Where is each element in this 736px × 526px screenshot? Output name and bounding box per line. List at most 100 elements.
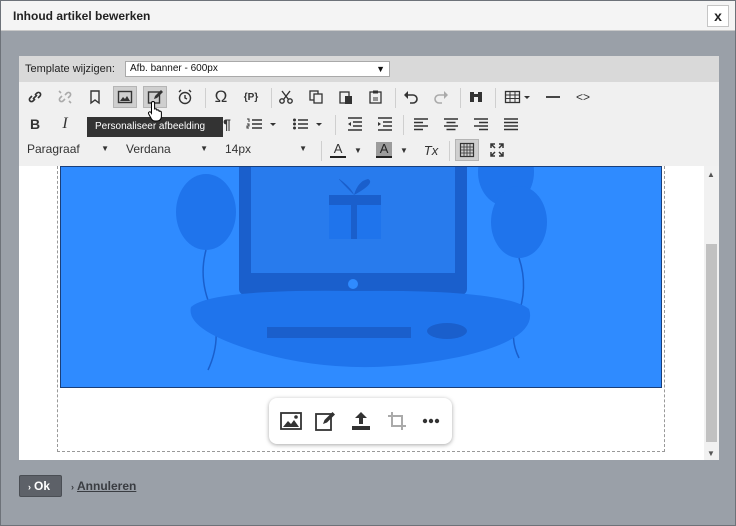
scroll-up-icon[interactable]: ▲	[707, 170, 715, 179]
size-select-value: 14px	[225, 142, 252, 156]
toolbar-separator	[495, 88, 496, 108]
banner-image[interactable]	[60, 166, 662, 388]
editor-content-area[interactable]: ▲ ▼	[19, 166, 719, 460]
image-action-bar	[269, 398, 452, 444]
font-select-value: Verdana	[126, 142, 171, 156]
toolbar-row-1: Ω {P} <>	[19, 86, 719, 112]
numbered-list-icon	[246, 118, 276, 129]
chevron-down-icon: ▼	[376, 64, 385, 74]
toolbar-row-3: Paragraaf ▼ Verdana ▼ 14px ▼ A ▼ A ▼ Tx	[19, 139, 719, 165]
find-button[interactable]	[464, 86, 488, 108]
cut-button[interactable]	[274, 86, 298, 108]
remove-format-button[interactable]: Tx	[419, 139, 443, 161]
font-select[interactable]: Verdana ▼	[126, 139, 208, 159]
cancel-label: Annuleren	[77, 479, 137, 493]
chevron-down-icon: ▼	[200, 144, 208, 153]
align-right-icon	[474, 118, 488, 131]
bold-button[interactable]: B	[23, 113, 47, 135]
replace-image-button[interactable]	[279, 410, 303, 432]
scrollbar-thumb[interactable]	[706, 244, 717, 442]
more-options-button[interactable]	[419, 410, 443, 432]
align-right-button[interactable]	[469, 113, 493, 135]
edit-article-dialog: Inhoud artikel bewerken x Template wijzi…	[0, 0, 736, 526]
chevron-right-icon: ›	[71, 482, 74, 492]
maximize-icon	[490, 143, 504, 157]
scroll-down-icon[interactable]: ▼	[707, 449, 715, 458]
placeholder-icon: {P}	[243, 91, 259, 103]
ordered-list-button[interactable]	[245, 113, 281, 135]
image-icon	[280, 412, 302, 430]
format-select-value: Paragraaf	[27, 142, 80, 156]
italic-button[interactable]: I	[53, 113, 77, 135]
scissors-icon	[279, 90, 293, 104]
background-color-icon: A	[376, 142, 393, 158]
toolbar-separator	[321, 141, 322, 161]
special-char-button[interactable]: Ω	[209, 86, 233, 108]
close-button[interactable]: x	[707, 5, 729, 27]
image-button[interactable]	[113, 86, 137, 108]
crop-image-button[interactable]	[385, 410, 409, 432]
outdent-icon	[348, 117, 362, 131]
bg-color-button[interactable]: A ▼	[373, 139, 411, 161]
pilcrow-icon: ¶	[223, 116, 231, 132]
outdent-button[interactable]	[343, 113, 367, 135]
omega-icon: Ω	[214, 87, 228, 106]
cancel-link[interactable]: › Annuleren	[71, 479, 136, 493]
template-label: Template wijzigen:	[25, 63, 115, 75]
ok-button[interactable]: › Ok	[19, 475, 62, 497]
undo-button[interactable]	[399, 86, 423, 108]
indent-button[interactable]	[373, 113, 397, 135]
alarm-clock-icon	[178, 89, 192, 105]
source-code-button[interactable]: <>	[571, 86, 595, 108]
show-blocks-button[interactable]	[455, 139, 479, 161]
edit-image-button[interactable]	[313, 410, 337, 432]
dialog-title: Inhoud artikel bewerken	[13, 9, 151, 23]
chevron-down-icon: ▼	[299, 144, 307, 153]
edit-icon	[315, 412, 335, 431]
paste-button[interactable]	[334, 86, 358, 108]
justify-icon	[504, 118, 518, 131]
redo-icon	[434, 91, 448, 104]
justify-button[interactable]	[499, 113, 523, 135]
upload-image-button[interactable]	[349, 410, 373, 432]
editor-scrollbar[interactable]: ▲ ▼	[704, 166, 719, 460]
toolbar-separator	[271, 88, 272, 108]
link-button[interactable]	[23, 86, 47, 108]
toolbar-separator	[335, 115, 336, 135]
more-horizontal-icon	[422, 418, 440, 424]
paste-text-button[interactable]	[364, 86, 388, 108]
bullet-list-button[interactable]	[291, 113, 327, 135]
copy-icon	[309, 90, 323, 104]
bold-icon: B	[29, 116, 41, 132]
redo-button[interactable]	[429, 86, 453, 108]
maximize-button[interactable]	[485, 139, 509, 161]
editor-toolbar: Template wijzigen: Afb. banner - 600px ▼	[19, 56, 719, 166]
placeholder-button[interactable]: {P}	[239, 86, 263, 108]
horizontal-line-button[interactable]	[541, 86, 565, 108]
link-icon	[28, 91, 42, 103]
code-icon: <>	[575, 90, 590, 104]
bookmark-icon	[90, 90, 100, 105]
table-icon	[504, 90, 530, 104]
text-color-button[interactable]: A ▼	[327, 139, 365, 161]
align-center-button[interactable]	[439, 113, 463, 135]
align-left-button[interactable]	[409, 113, 433, 135]
dialog-titlebar: Inhoud artikel bewerken x	[1, 1, 735, 31]
size-select[interactable]: 14px ▼	[225, 139, 307, 159]
chevron-right-icon: ›	[28, 482, 31, 492]
copy-button[interactable]	[304, 86, 328, 108]
align-center-icon	[444, 118, 458, 131]
undo-icon	[404, 91, 418, 104]
template-select[interactable]: Afb. banner - 600px ▼	[125, 61, 390, 77]
format-select[interactable]: Paragraaf ▼	[27, 139, 109, 159]
ok-label: Ok	[34, 479, 51, 493]
binoculars-icon	[470, 92, 482, 102]
chevron-down-icon: ▼	[400, 145, 408, 155]
chevron-down-icon: ▼	[354, 145, 362, 155]
table-button[interactable]	[501, 86, 535, 108]
unlink-button[interactable]	[53, 86, 77, 108]
clipboard-icon	[339, 91, 352, 104]
template-select-value: Afb. banner - 600px	[130, 63, 218, 74]
anchor-button[interactable]	[83, 86, 107, 108]
clock-button[interactable]	[173, 86, 197, 108]
